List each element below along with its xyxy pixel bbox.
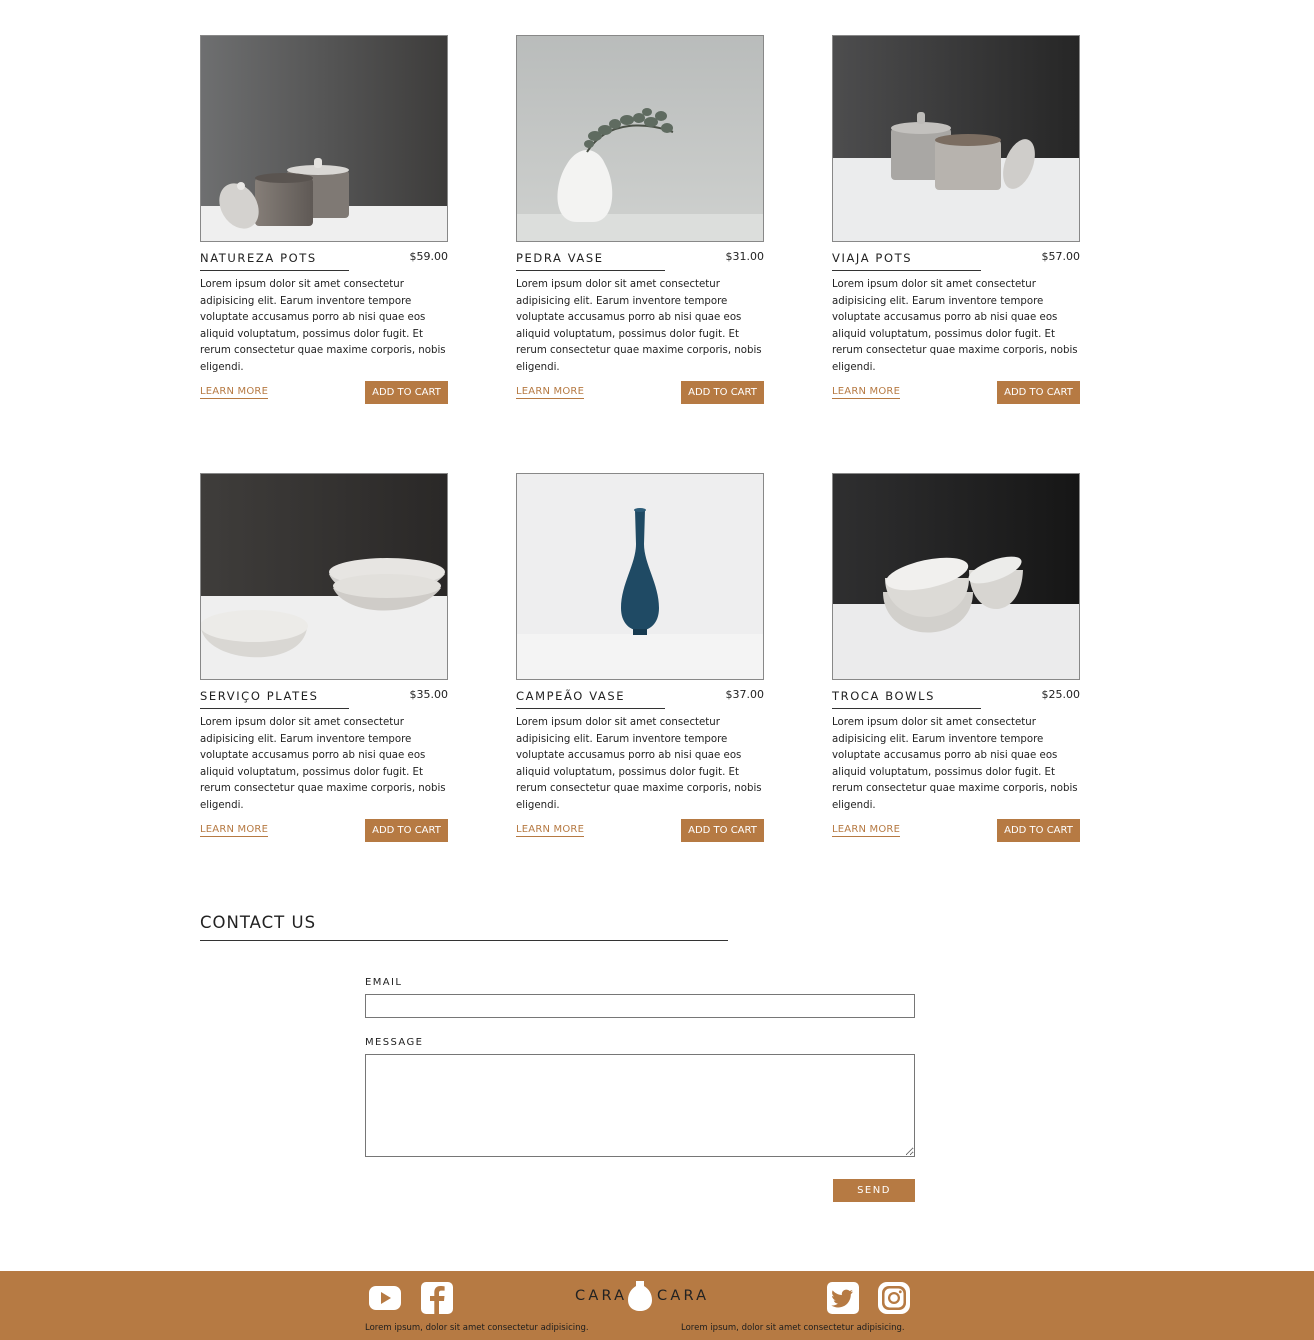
product-image-viaja-pots: [832, 35, 1080, 242]
title-underline: [832, 270, 981, 271]
brand-name-left: CARA: [575, 1288, 628, 1304]
email-field[interactable]: [365, 994, 915, 1018]
title-underline: [516, 270, 665, 271]
product-name: SERVIÇO PLATES: [200, 689, 319, 703]
learn-more-link[interactable]: LEARN MORE: [200, 824, 269, 837]
add-to-cart-button[interactable]: ADD TO CART: [365, 819, 448, 842]
youtube-icon[interactable]: [368, 1281, 402, 1315]
product-price: $35.00: [409, 688, 449, 701]
product-description: Lorem ipsum dolor sit amet consectetur a…: [516, 279, 762, 373]
product-price: $25.00: [1041, 688, 1081, 701]
email-label: EMAIL: [365, 977, 403, 988]
add-to-cart-button[interactable]: ADD TO CART: [681, 819, 764, 842]
learn-more-link[interactable]: LEARN MORE: [832, 386, 901, 399]
add-to-cart-button[interactable]: ADD TO CART: [997, 381, 1080, 404]
product-name: TROCA BOWLS: [832, 689, 936, 703]
add-to-cart-button[interactable]: ADD TO CART: [365, 381, 448, 404]
product-price: $37.00: [725, 688, 765, 701]
brand-name-right: CARA: [657, 1288, 710, 1304]
product-name: CAMPEÃO VASE: [516, 689, 626, 703]
learn-more-link[interactable]: LEARN MORE: [832, 824, 901, 837]
learn-more-link[interactable]: LEARN MORE: [200, 386, 269, 399]
product-name: PEDRA VASE: [516, 251, 604, 265]
learn-more-link[interactable]: LEARN MORE: [516, 386, 585, 399]
product-price: $31.00: [725, 250, 765, 263]
instagram-icon[interactable]: [877, 1281, 911, 1315]
contact-heading: CONTACT US: [200, 913, 317, 932]
message-field[interactable]: [365, 1054, 915, 1157]
facebook-icon[interactable]: [420, 1281, 454, 1315]
product-price: $59.00: [409, 250, 449, 263]
add-to-cart-button[interactable]: ADD TO CART: [681, 381, 764, 404]
send-button[interactable]: SEND: [833, 1179, 915, 1202]
product-name: VIAJA POTS: [832, 251, 913, 265]
vase-logo-icon: [628, 1281, 652, 1311]
title-underline: [200, 270, 349, 271]
product-price: $57.00: [1041, 250, 1081, 263]
product-description: Lorem ipsum dolor sit amet consectetur a…: [516, 717, 762, 811]
footer-text-right: Lorem ipsum, dolor sit amet consectetur …: [681, 1323, 905, 1333]
product-image-pedra-vase: [516, 35, 764, 242]
learn-more-link[interactable]: LEARN MORE: [516, 824, 585, 837]
twitter-icon[interactable]: [826, 1281, 860, 1315]
footer-text-left: Lorem ipsum, dolor sit amet consectetur …: [365, 1323, 589, 1333]
product-image-troca-bowls: [832, 473, 1080, 680]
product-image-servico-plates: [200, 473, 448, 680]
product-description: Lorem ipsum dolor sit amet consectetur a…: [832, 279, 1078, 373]
product-image-natureza-pots: [200, 35, 448, 242]
title-underline: [516, 708, 665, 709]
title-underline: [832, 708, 981, 709]
product-description: Lorem ipsum dolor sit amet consectetur a…: [200, 717, 446, 811]
product-description: Lorem ipsum dolor sit amet consectetur a…: [200, 279, 446, 373]
product-name: NATUREZA POTS: [200, 251, 317, 265]
contact-underline: [200, 940, 728, 941]
product-description: Lorem ipsum dolor sit amet consectetur a…: [832, 717, 1078, 811]
product-image-campeao-vase: [516, 473, 764, 680]
footer: CARA CARA Lorem ipsum, dolor sit amet co…: [0, 1271, 1314, 1340]
message-label: MESSAGE: [365, 1037, 424, 1048]
title-underline: [200, 708, 349, 709]
add-to-cart-button[interactable]: ADD TO CART: [997, 819, 1080, 842]
